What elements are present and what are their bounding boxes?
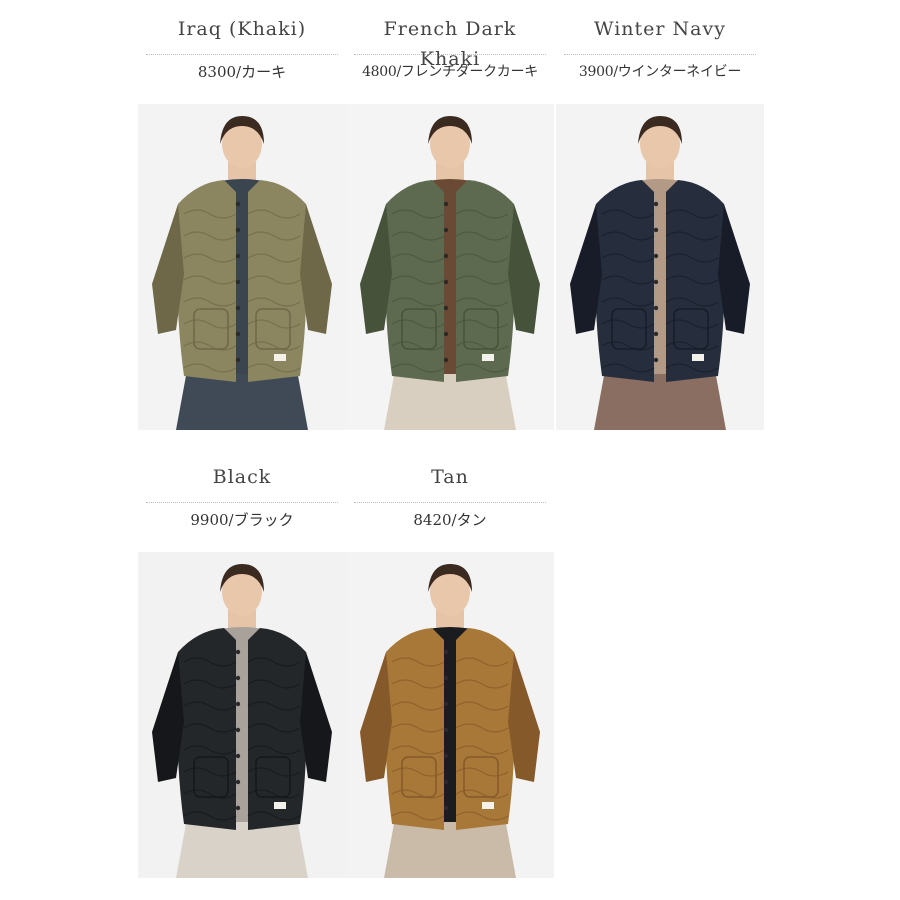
color-name: Black	[146, 462, 338, 503]
color-name: French Dark Khaki	[354, 14, 546, 70]
color-code: 4800/フレンチダークカーキ	[362, 64, 538, 80]
product-photo[interactable]	[346, 104, 554, 430]
model-photo-illustration	[346, 552, 554, 878]
product-photo[interactable]	[138, 552, 346, 878]
product-photo[interactable]	[346, 552, 554, 878]
model-photo-illustration	[556, 104, 764, 430]
color-name: Iraq (Khaki)	[146, 14, 338, 55]
model-photo-illustration	[138, 552, 346, 878]
product-photo[interactable]	[138, 104, 346, 430]
product-photo[interactable]	[556, 104, 764, 430]
color-name: Winter Navy	[564, 14, 756, 55]
color-code: 3900/ウインターネイビー	[578, 64, 742, 80]
swatch-french-dark-khaki[interactable]: French Dark Khaki 4800/フレンチダークカーキ	[346, 14, 554, 430]
color-code: 8420/タン	[413, 511, 487, 529]
color-code: 9900/ブラック	[190, 511, 294, 529]
model-photo-illustration	[346, 104, 554, 430]
swatch-winter-navy[interactable]: Winter Navy 3900/ウインターネイビー	[556, 14, 764, 430]
model-photo-illustration	[138, 104, 346, 430]
swatch-black[interactable]: Black 9900/ブラック	[138, 462, 346, 878]
swatch-iraq-khaki[interactable]: Iraq (Khaki) 8300/カーキ	[138, 14, 346, 430]
swatch-tan[interactable]: Tan 8420/タン	[346, 462, 554, 878]
color-name: Tan	[354, 462, 546, 503]
color-code: 8300/カーキ	[197, 63, 287, 81]
